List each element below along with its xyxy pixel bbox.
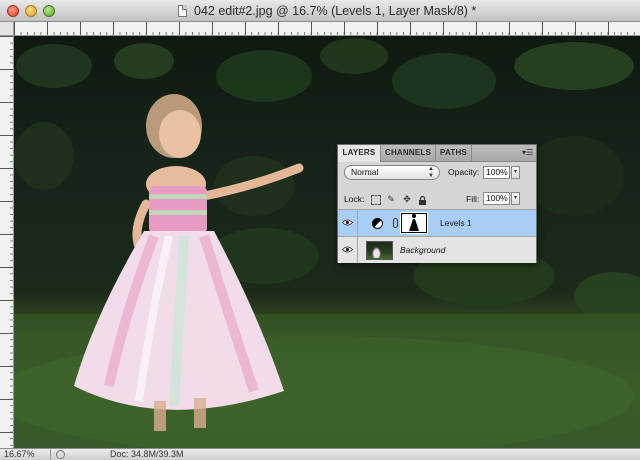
- levels-adjustment-icon[interactable]: [372, 218, 383, 229]
- layer-row-levels-1[interactable]: Levels 1: [338, 209, 536, 236]
- lock-transparent-pixels-icon[interactable]: [371, 195, 381, 205]
- panel-menu-icon[interactable]: ▾☰: [522, 148, 533, 157]
- window-title: 042 edit#2.jpg @ 16.7% (Levels 1, Layer …: [194, 4, 477, 18]
- layer-name-background: Background: [400, 245, 446, 255]
- zoom-level-field[interactable]: 16.67%: [4, 449, 51, 460]
- visibility-cell[interactable]: [338, 210, 358, 236]
- zoom-window-button[interactable]: [43, 5, 55, 17]
- opacity-label: Opacity:: [448, 167, 480, 177]
- fill-label: Fill:: [466, 194, 480, 204]
- document-canvas[interactable]: [14, 36, 640, 448]
- vertical-ruler[interactable]: [0, 36, 14, 448]
- updown-arrows-icon: ▲ ▼: [428, 166, 434, 179]
- document-icon[interactable]: [178, 5, 187, 17]
- status-bar: 16.67% Doc: 34.8M/39.3M: [0, 448, 640, 460]
- lock-label: Lock:: [344, 194, 365, 204]
- window-title-bar: 042 edit#2.jpg @ 16.7% (Levels 1, Layer …: [0, 0, 640, 22]
- fill-dropdown-arrow-icon[interactable]: ▾: [511, 192, 520, 205]
- horizontal-ruler[interactable]: [14, 22, 640, 36]
- photo-subject: [74, 94, 304, 431]
- close-window-button[interactable]: [7, 5, 19, 17]
- visibility-cell[interactable]: [338, 237, 358, 263]
- lock-position-icon[interactable]: ✥: [402, 194, 412, 204]
- link-icon[interactable]: [393, 218, 398, 228]
- blend-mode-select[interactable]: Normal ▲ ▼: [344, 165, 440, 180]
- lock-image-pixels-icon[interactable]: ✎: [386, 194, 396, 204]
- opacity-input[interactable]: 100%: [483, 166, 510, 179]
- ruler-origin[interactable]: [0, 22, 14, 36]
- status-info-button[interactable]: [56, 450, 65, 459]
- minimize-window-button[interactable]: [25, 5, 37, 17]
- document-size-info[interactable]: Doc: 34.8M/39.3M: [110, 449, 184, 460]
- mask-shape: [402, 214, 426, 232]
- tab-paths[interactable]: PATHS: [436, 145, 472, 161]
- tab-layers[interactable]: LAYERS: [338, 145, 381, 162]
- panel-tab-bar: LAYERS CHANNELS PATHS ▾☰: [338, 145, 536, 162]
- blend-mode-value: Normal: [351, 167, 379, 177]
- lock-all-icon[interactable]: [417, 195, 427, 206]
- layer-name-levels-1: Levels 1: [440, 218, 472, 228]
- eye-icon[interactable]: [342, 246, 353, 253]
- layers-panel: LAYERS CHANNELS PATHS ▾☰ Normal ▲ ▼ Opaci…: [337, 144, 537, 263]
- layer-row-background[interactable]: Background: [338, 236, 536, 263]
- opacity-dropdown-arrow-icon[interactable]: ▾: [511, 166, 520, 179]
- fill-input[interactable]: 100%: [483, 192, 510, 205]
- layer-mask-thumbnail[interactable]: [400, 212, 428, 234]
- background-layer-thumbnail[interactable]: [366, 241, 393, 260]
- eye-icon[interactable]: [342, 219, 353, 226]
- tab-channels[interactable]: CHANNELS: [381, 145, 436, 161]
